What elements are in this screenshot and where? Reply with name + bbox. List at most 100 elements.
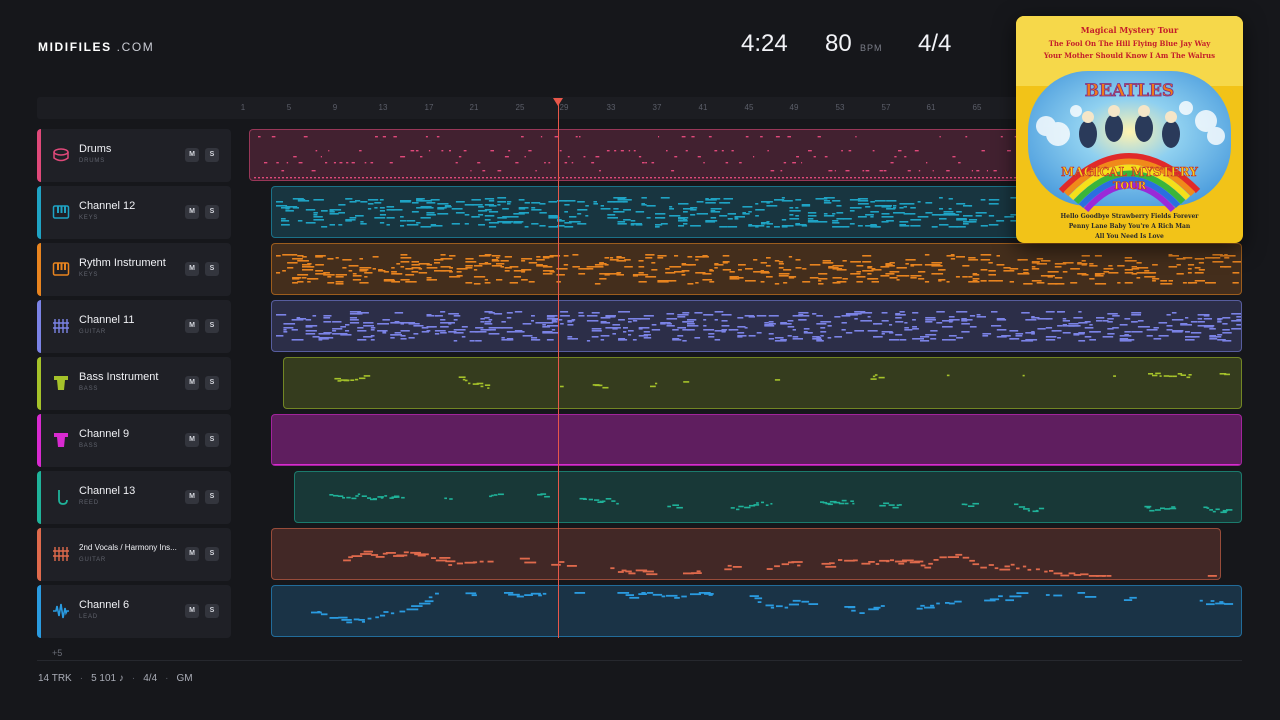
ruler-bar-number: 65: [972, 103, 982, 112]
ruler-bar-number: 5: [286, 103, 292, 112]
track-header[interactable]: Channel 11 GUITAR M S: [37, 300, 231, 353]
mute-button[interactable]: M: [185, 262, 199, 276]
track-clip[interactable]: [271, 243, 1242, 295]
album-songs-2: Penny Lane Baby You're A Rich Man: [1069, 223, 1191, 230]
album-tagline-1: Magical Mystery Tour: [1081, 25, 1179, 35]
mute-button[interactable]: M: [185, 319, 199, 333]
mute-button[interactable]: M: [185, 490, 199, 504]
guitar-grid-icon: [52, 545, 70, 563]
track-instrument-type: LEAD: [79, 614, 98, 620]
track-count: 14 TRK: [38, 673, 72, 684]
track-color-bar: [37, 300, 41, 353]
clip-notes: [334, 372, 1230, 389]
mute-button[interactable]: M: [185, 148, 199, 162]
note-count: 5 101 ♪: [91, 673, 124, 684]
saxophone-icon: [52, 488, 70, 506]
mute-button[interactable]: M: [185, 376, 199, 390]
track-instrument-type: GUITAR: [79, 557, 107, 563]
track-clip[interactable]: [271, 528, 1221, 580]
solo-button[interactable]: S: [205, 376, 219, 390]
album-band-name: BEATLES: [1085, 81, 1174, 101]
time-signature: 4/4: [918, 30, 952, 57]
track-name: Channel 12: [79, 200, 136, 212]
mute-button[interactable]: M: [185, 433, 199, 447]
clip-notes: [329, 493, 1233, 514]
track-header[interactable]: 2nd Vocals / Harmony Ins... GUITAR M S: [37, 528, 231, 581]
track-color-bar: [37, 129, 41, 182]
mute-button[interactable]: M: [185, 547, 199, 561]
track-instrument-type: REED: [79, 500, 99, 506]
solo-button[interactable]: S: [205, 262, 219, 276]
track-instrument-type: KEYS: [79, 215, 99, 221]
ruler-bar-number: 57: [881, 103, 891, 112]
track-color-bar: [37, 585, 41, 638]
album-tagline-3: Your Mother Should Know I Am The Walrus: [1043, 51, 1215, 60]
album-title: MAGICAL MYSTERY: [1061, 165, 1198, 179]
track-header[interactable]: Drums DRUMS M S: [37, 129, 231, 182]
track-header[interactable]: Channel 6 LEAD M S: [37, 585, 231, 638]
track-instrument-type: GUITAR: [79, 329, 107, 335]
track-clip[interactable]: [294, 471, 1242, 523]
ruler-bar-number: 41: [698, 103, 708, 112]
track-clip[interactable]: [271, 300, 1242, 352]
track-name: Channel 9: [79, 428, 130, 440]
clip-notes: [272, 464, 1241, 465]
playhead[interactable]: [558, 104, 559, 638]
ruler-bar-number: 37: [652, 103, 662, 112]
piano-keys-icon: [52, 260, 70, 278]
solo-button[interactable]: S: [205, 604, 219, 618]
track-header[interactable]: Channel 12 KEYS M S: [37, 186, 231, 239]
track-instrument-type: BASS: [79, 443, 99, 449]
ruler-bar-number: 1: [240, 103, 246, 112]
ruler-bar-number: 17: [424, 103, 434, 112]
track-color-bar: [37, 414, 41, 467]
track-name: Bass Instrument: [79, 371, 159, 383]
mute-button[interactable]: M: [185, 205, 199, 219]
track-header[interactable]: Channel 9 BASS M S: [37, 414, 231, 467]
piano-keys-icon: [52, 203, 70, 221]
album-songs-1: Hello Goodbye Strawberry Fields Forever: [1061, 213, 1200, 220]
solo-button[interactable]: S: [205, 547, 219, 561]
track-name: Rythm Instrument: [79, 257, 166, 269]
album-tagline-2: The Fool On The Hill Flying Blue Jay Way: [1049, 39, 1212, 48]
track-name: 2nd Vocals / Harmony Ins...: [79, 543, 177, 552]
solo-button[interactable]: S: [205, 148, 219, 162]
track-instrument-type: KEYS: [79, 272, 99, 278]
solo-button[interactable]: S: [205, 490, 219, 504]
mute-button[interactable]: M: [185, 604, 199, 618]
album-cover: BEATLES MAGICAL MYSTERY TOUR Magical Mys…: [1016, 16, 1243, 243]
track-header[interactable]: Channel 13 REED M S: [37, 471, 231, 524]
track-color-bar: [37, 357, 41, 410]
track-clip[interactable]: [271, 585, 1242, 637]
ruler-bar-number: 25: [515, 103, 525, 112]
track-color-bar: [37, 471, 41, 524]
ruler-bar-number: 49: [789, 103, 799, 112]
clip-notes: [276, 254, 1241, 285]
ruler-bar-number: 9: [332, 103, 338, 112]
track-header[interactable]: Rythm Instrument KEYS M S: [37, 243, 231, 296]
track-name: Channel 6: [79, 599, 130, 611]
guitar-grid-icon: [52, 317, 70, 335]
clip-notes: [343, 550, 1217, 577]
solo-button[interactable]: S: [205, 433, 219, 447]
file-summary: 14 TRK · 5 101 ♪ · 4/4 · GM: [38, 673, 193, 684]
track-instrument-type: BASS: [79, 386, 99, 392]
ruler-bar-number: 21: [469, 103, 479, 112]
solo-button[interactable]: S: [205, 205, 219, 219]
track-clip[interactable]: [283, 357, 1242, 409]
track-name: Channel 11: [79, 314, 135, 326]
album-title-tour: TOUR: [1113, 181, 1147, 192]
bass-icon: [52, 431, 70, 449]
ruler-bar-number: 61: [926, 103, 936, 112]
bass-icon: [52, 374, 70, 392]
ruler-bar-number: 53: [835, 103, 845, 112]
more-tracks-indicator[interactable]: +5: [52, 648, 62, 658]
solo-button[interactable]: S: [205, 319, 219, 333]
clip-notes: [311, 592, 1234, 624]
track-color-bar: [37, 528, 41, 581]
tempo-unit: BPM: [860, 43, 883, 53]
ruler-bar-number: 45: [744, 103, 754, 112]
track-instrument-type: DRUMS: [79, 158, 105, 164]
track-clip[interactable]: [271, 414, 1242, 466]
track-header[interactable]: Bass Instrument BASS M S: [37, 357, 231, 410]
